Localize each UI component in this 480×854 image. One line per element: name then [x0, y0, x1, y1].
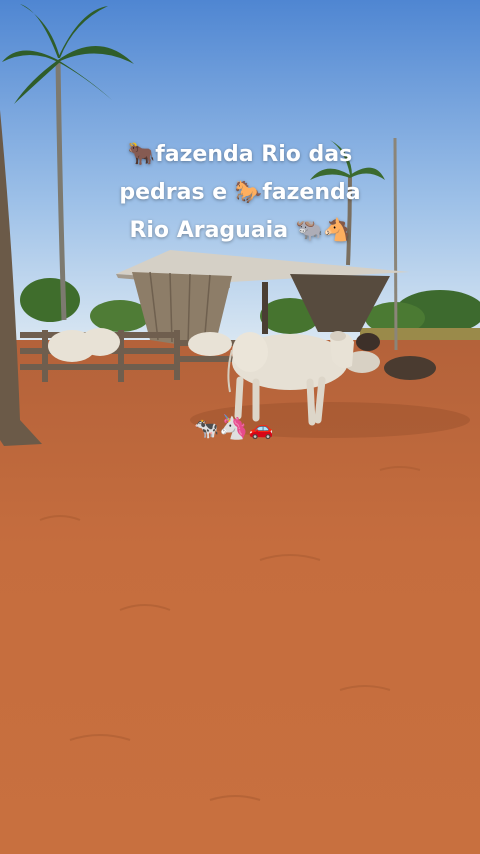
caption-line-3: Rio Araguaia 🐃🐴	[129, 218, 351, 243]
car-sticker: 🚗	[248, 416, 274, 440]
sticker-group: 🐄🦄🚗	[194, 414, 274, 441]
caption-line-2: pedras e 🐎fazenda	[119, 180, 361, 205]
caption-overlay: 🐂fazenda Rio das pedras e 🐎fazenda Rio A…	[0, 136, 480, 250]
cow-sticker: 🐄	[194, 416, 219, 440]
caption-line-1: 🐂fazenda Rio das	[127, 142, 353, 167]
unicorn-sticker: 🦄	[218, 413, 249, 441]
